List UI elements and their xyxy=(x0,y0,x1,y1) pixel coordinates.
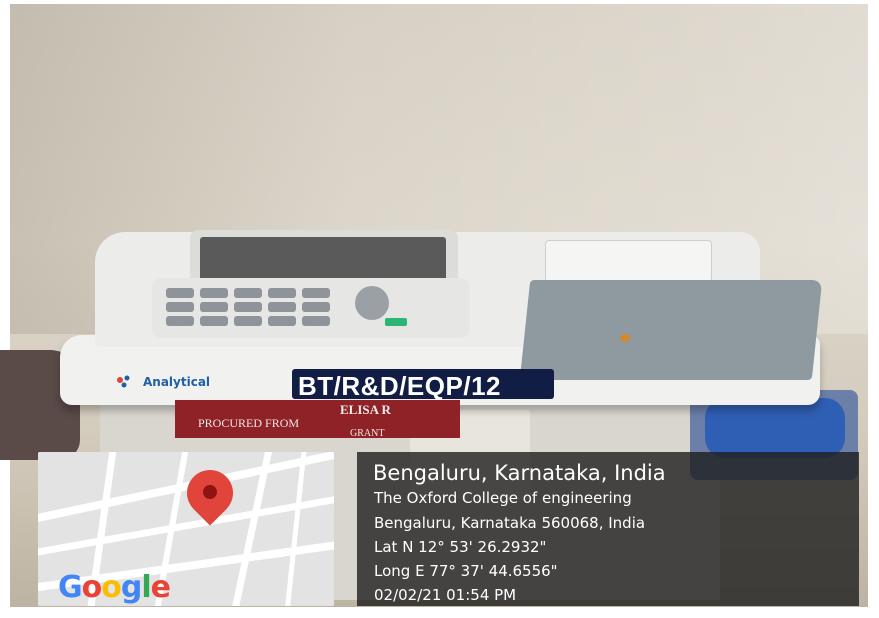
device-keypad xyxy=(152,278,470,338)
plate-lid xyxy=(519,280,823,380)
keypad-key xyxy=(268,288,296,298)
keypad-key xyxy=(268,302,296,312)
location-pin-center xyxy=(203,485,217,499)
printer-slot xyxy=(545,240,712,282)
keypad-key xyxy=(302,302,330,312)
keypad-key xyxy=(200,316,228,326)
photo-frame: Analytical BT/R&D/EQP/12 ELISA R PROCURE… xyxy=(0,0,879,618)
nav-pad xyxy=(355,286,389,320)
blue-gloves xyxy=(705,398,845,458)
google-logo: Google xyxy=(58,570,171,605)
brand-logo xyxy=(112,372,312,394)
asset-tag-text: BT/R&D/EQP/12 xyxy=(298,371,501,401)
device-screen xyxy=(200,237,446,281)
enter-key xyxy=(385,318,407,326)
location-latitude: Lat N 12° 53' 26.2932" xyxy=(374,538,547,556)
map-thumbnail: Google xyxy=(38,452,334,606)
keypad-key xyxy=(302,316,330,326)
location-timestamp: 02/02/21 01:54 PM xyxy=(374,586,517,604)
procurement-label-grant: GRANT xyxy=(350,428,385,439)
brand-name: Analytical xyxy=(143,375,211,389)
lid-indicator xyxy=(620,334,630,342)
location-title: Bengaluru, Karnataka, India xyxy=(373,461,666,485)
procurement-label-title: ELISA R xyxy=(340,402,391,417)
location-place: The Oxford College of engineering xyxy=(374,489,632,507)
location-longitude: Long E 77° 37' 44.6556" xyxy=(374,562,558,580)
keypad-key xyxy=(302,288,330,298)
keypad-key xyxy=(234,316,262,326)
keypad-key xyxy=(200,288,228,298)
keypad-key xyxy=(166,302,194,312)
keypad-key xyxy=(234,302,262,312)
keypad-key xyxy=(234,288,262,298)
keypad-key xyxy=(166,316,194,326)
procurement-label-text: PROCURED FROM xyxy=(198,416,300,430)
brand-logo-icon xyxy=(117,375,130,388)
keypad-key xyxy=(166,288,194,298)
location-address: Bengaluru, Karnataka 560068, India xyxy=(374,514,646,532)
keypad-key xyxy=(268,316,296,326)
keypad-key xyxy=(200,302,228,312)
